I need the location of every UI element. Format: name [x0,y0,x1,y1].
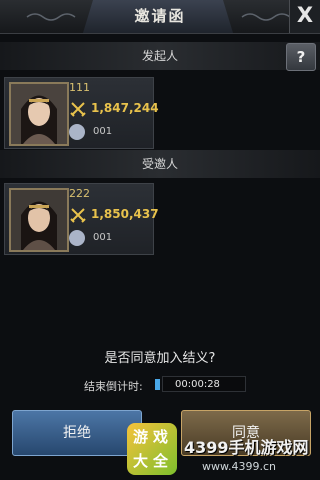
initiator-card: 111 1,847,244 001 [4,77,159,149]
logo-char: 全 [153,452,169,470]
guild-emblem-icon [69,230,85,246]
initiator-avatar [9,82,69,146]
portrait-image [11,84,67,144]
portrait-image [11,190,67,250]
countdown-timer: 00:00:28 [162,376,246,392]
ornament-right-icon [241,13,291,21]
invitee-header: 受邀人 [0,150,320,178]
invitee-avatar [9,188,69,252]
crossed-swords-icon [70,208,86,223]
initiator-name: 111 [69,81,90,94]
crossed-swords-icon [70,102,86,117]
invitee-power: 1,850,437 [91,207,159,221]
close-button[interactable]: X [289,0,320,33]
initiator-header: 发起人 [0,42,320,70]
help-button[interactable]: ? [286,43,316,71]
site-watermark: 游 戏 大 全 4399手机游戏网 www.4399.cn [124,420,320,480]
initiator-power: 1,847,244 [91,101,159,115]
guild-emblem-icon [69,124,85,140]
reject-button[interactable]: 拒绝 [12,410,142,456]
logo-char: 大 [133,452,149,470]
invitee-card: 222 1,850,437 001 [4,183,159,255]
join-question: 是否同意加入结义? [104,351,216,366]
invitee-guild: 001 [93,232,113,243]
initiator-guild: 001 [93,126,113,137]
countdown-indicator [155,379,160,390]
watermark-site-name: 4399手机游戏网 [184,438,309,457]
logo-char: 游 [133,428,149,446]
title-bar: 邀请函 X [0,0,320,34]
watermark-logo: 游 戏 大 全 [127,423,177,475]
logo-char: 戏 [153,428,169,446]
watermark-url: www.4399.cn [202,460,276,473]
invitee-name: 222 [69,187,90,200]
countdown-label: 结束倒计时: [84,380,143,393]
